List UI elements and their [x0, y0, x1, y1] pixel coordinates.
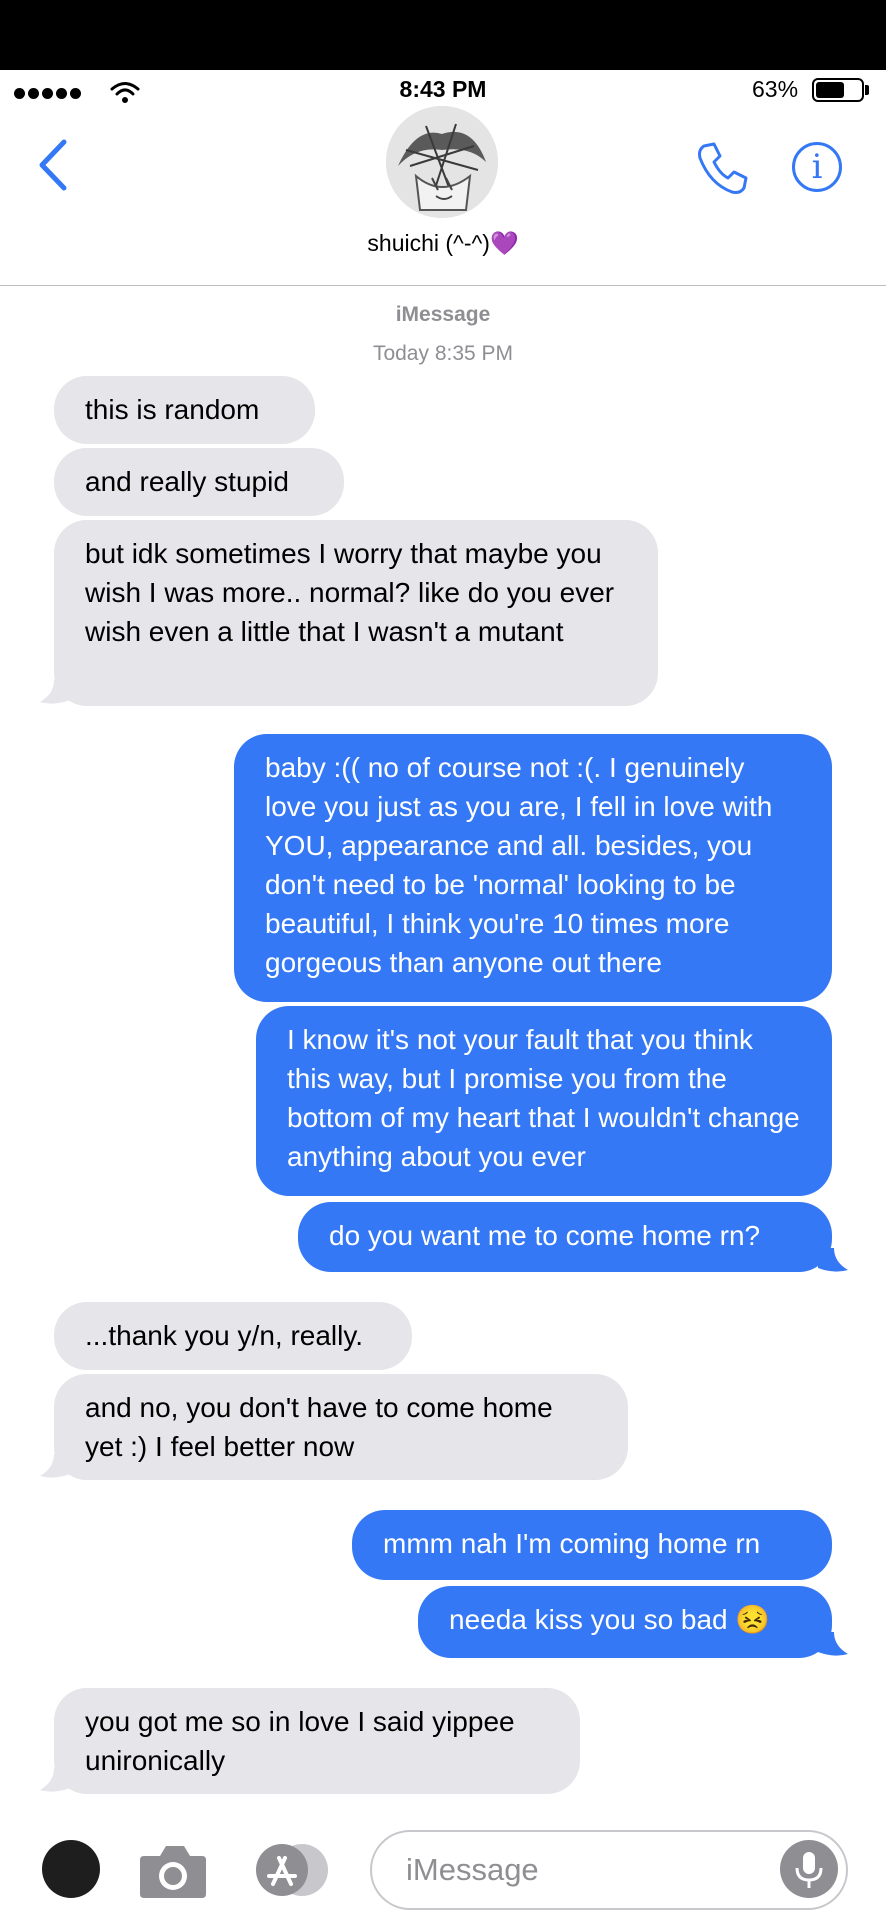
message-bubble[interactable]: but idk sometimes I worry that maybe you…	[54, 520, 658, 706]
bubble-tail	[40, 1768, 70, 1792]
message-bubble[interactable]: do you want me to come home rn?	[298, 1202, 832, 1272]
message-bubble[interactable]: ...thank you y/n, really.	[54, 1302, 412, 1370]
message-bubble[interactable]: needa kiss you so bad 😣	[418, 1586, 832, 1658]
battery-percent: 63%	[752, 76, 799, 102]
battery-icon	[812, 78, 864, 102]
info-icon[interactable]: i	[792, 142, 842, 192]
thread-timestamp: Today 8:35 PM	[372, 342, 514, 365]
service-label: iMessage	[395, 303, 491, 326]
microphone-button[interactable]	[780, 1840, 838, 1898]
app-store-icon[interactable]	[252, 1842, 332, 1898]
bubble-tail	[40, 680, 70, 704]
header-divider	[0, 285, 886, 286]
bubble-tail	[818, 1632, 848, 1656]
contact-avatar[interactable]	[386, 106, 498, 218]
camera-icon[interactable]	[138, 1840, 208, 1900]
phone-icon[interactable]	[694, 140, 750, 196]
back-chevron-icon[interactable]	[36, 138, 70, 192]
message-bubble[interactable]: and no, you don't have to come home yet …	[54, 1374, 628, 1480]
message-bubble[interactable]: and really stupid	[54, 448, 344, 516]
message-bubble[interactable]: you got me so in love I said yippee unir…	[54, 1688, 580, 1794]
bubble-tail	[40, 1454, 70, 1478]
top-black-bar	[0, 0, 886, 70]
bubble-tail	[818, 1248, 848, 1272]
message-bubble[interactable]: I know it's not your fault that you thin…	[256, 1006, 832, 1196]
expand-dot-icon[interactable]	[42, 1840, 100, 1898]
contact-name[interactable]: shuichi (^-^)💜	[0, 230, 886, 257]
microphone-icon	[795, 1852, 823, 1888]
message-bubble[interactable]: this is random	[54, 376, 315, 444]
message-bubble[interactable]: baby :(( no of course not :(. I genuinel…	[234, 734, 832, 1002]
message-input-placeholder: iMessage	[406, 1852, 539, 1887]
battery-tip	[865, 85, 869, 95]
message-bubble[interactable]: mmm nah I'm coming home rn	[352, 1510, 832, 1580]
